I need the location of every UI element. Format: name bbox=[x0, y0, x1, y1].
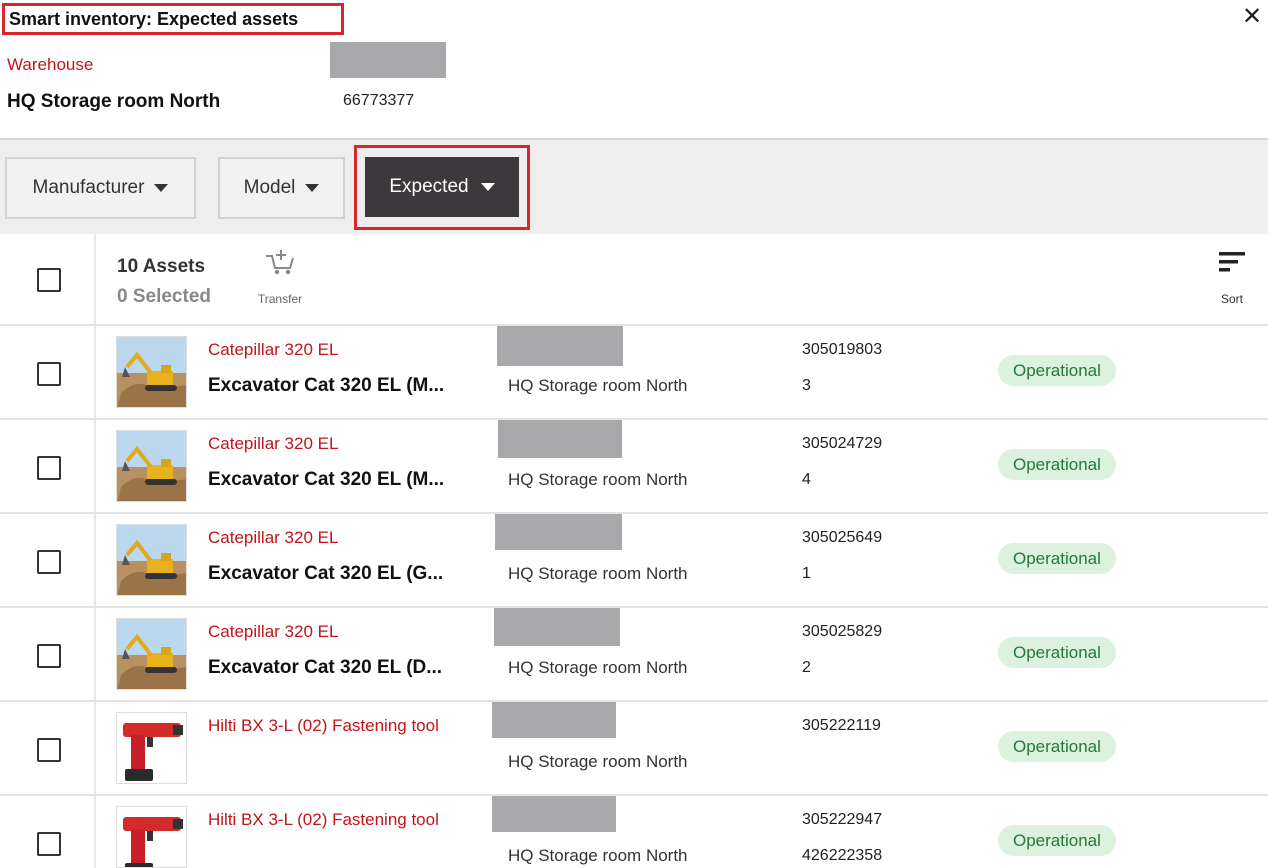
asset-model[interactable]: Catepillar 320 EL bbox=[208, 434, 338, 454]
excavator-image bbox=[116, 336, 187, 408]
status-badge: Operational bbox=[998, 355, 1116, 386]
expected-filter-button[interactable]: Expected bbox=[365, 157, 519, 217]
selected-count: 0 Selected bbox=[117, 286, 211, 307]
row-checkbox[interactable] bbox=[37, 550, 61, 574]
row-checkbox[interactable] bbox=[37, 738, 61, 762]
row-checkbox[interactable] bbox=[37, 362, 61, 386]
caret-down-icon bbox=[305, 184, 320, 192]
asset-quantity: 2 bbox=[802, 659, 811, 676]
asset-location: HQ Storage room North bbox=[508, 846, 688, 865]
redacted-field bbox=[495, 514, 622, 550]
asset-model[interactable]: Hilti BX 3-L (02) Fastening tool bbox=[208, 716, 439, 736]
select-all-checkbox[interactable] bbox=[37, 268, 61, 292]
asset-number: 305025829 bbox=[802, 623, 883, 640]
asset-location: HQ Storage room North bbox=[508, 658, 688, 677]
asset-number: 305222119 bbox=[802, 717, 881, 734]
asset-quantity: 3 bbox=[802, 377, 811, 394]
expected-filter-label: Expected bbox=[389, 176, 469, 197]
caret-down-icon bbox=[154, 184, 169, 192]
table-row[interactable]: Catepillar 320 EL Excavator Cat 320 EL (… bbox=[0, 608, 1268, 702]
warehouse-label[interactable]: Warehouse bbox=[7, 55, 93, 75]
page-title-text: Smart inventory: Expected assets bbox=[9, 9, 299, 29]
redacted-field bbox=[497, 326, 623, 366]
table-row[interactable]: Hilti BX 3-L (02) Fastening tool HQ Stor… bbox=[0, 702, 1268, 796]
row-checkbox[interactable] bbox=[37, 832, 61, 856]
excavator-image bbox=[116, 430, 187, 502]
sort-label: Sort bbox=[1220, 292, 1243, 306]
asset-name: Excavator Cat 320 EL (M... bbox=[208, 375, 445, 396]
redacted-field bbox=[498, 420, 622, 458]
fastening-tool-image bbox=[116, 806, 187, 868]
asset-name: Excavator Cat 320 EL (D... bbox=[208, 657, 443, 678]
asset-name: Excavator Cat 320 EL (M... bbox=[208, 469, 445, 490]
manufacturer-filter-label: Manufacturer bbox=[32, 177, 145, 198]
manufacturer-filter-button[interactable]: Manufacturer bbox=[5, 157, 196, 219]
transfer-cart-icon bbox=[266, 250, 294, 275]
table-row[interactable]: Catepillar 320 EL Excavator Cat 320 EL (… bbox=[0, 326, 1268, 420]
asset-model[interactable]: Catepillar 320 EL bbox=[208, 622, 338, 642]
filter-bar: Manufacturer Model Expected bbox=[0, 138, 1268, 234]
asset-quantity: 4 bbox=[802, 471, 811, 488]
asset-model[interactable]: Catepillar 320 EL bbox=[208, 340, 338, 360]
asset-model[interactable]: Catepillar 320 EL bbox=[208, 528, 338, 548]
redacted-field bbox=[494, 608, 620, 646]
sort-button[interactable]: Sort bbox=[1212, 250, 1252, 310]
status-badge: Operational bbox=[998, 449, 1116, 480]
asset-quantity: 1 bbox=[802, 565, 811, 582]
table-row[interactable]: Catepillar 320 EL Excavator Cat 320 EL (… bbox=[0, 420, 1268, 514]
transfer-button[interactable]: Transfer bbox=[252, 248, 308, 308]
expected-filter-highlight: Expected bbox=[354, 145, 530, 230]
redacted-field bbox=[330, 42, 446, 78]
asset-number: 305019803 bbox=[802, 341, 883, 358]
redacted-field bbox=[492, 796, 616, 832]
asset-location: HQ Storage room North bbox=[508, 564, 688, 583]
asset-location: HQ Storage room North bbox=[508, 470, 688, 489]
status-badge: Operational bbox=[998, 731, 1116, 762]
caret-down-icon bbox=[480, 183, 495, 191]
warehouse-name: HQ Storage room North bbox=[7, 91, 221, 112]
asset-location: HQ Storage room North bbox=[508, 752, 688, 771]
asset-location: HQ Storage room North bbox=[508, 376, 688, 395]
excavator-image bbox=[116, 618, 187, 690]
sort-icon bbox=[1219, 252, 1245, 272]
model-filter-label: Model bbox=[243, 177, 296, 198]
fastening-tool-image bbox=[116, 712, 187, 784]
table-row[interactable]: Hilti BX 3-L (02) Fastening tool HQ Stor… bbox=[0, 796, 1268, 868]
asset-model[interactable]: Hilti BX 3-L (02) Fastening tool bbox=[208, 810, 439, 830]
asset-quantity: 426222358 bbox=[802, 847, 883, 864]
page-title: Smart inventory: Expected assets bbox=[2, 3, 344, 35]
model-filter-button[interactable]: Model bbox=[218, 157, 345, 219]
list-header: 10 Assets 0 Selected Transfer Sort bbox=[0, 234, 1268, 326]
asset-number: 305025649 bbox=[802, 529, 883, 546]
status-badge: Operational bbox=[998, 543, 1116, 574]
excavator-image bbox=[116, 524, 187, 596]
warehouse-id: 66773377 bbox=[343, 92, 415, 109]
status-badge: Operational bbox=[998, 637, 1116, 668]
transfer-label: Transfer bbox=[257, 292, 303, 306]
status-badge: Operational bbox=[998, 825, 1116, 856]
table-row[interactable]: Catepillar 320 EL Excavator Cat 320 EL (… bbox=[0, 514, 1268, 608]
close-icon[interactable]: ✕ bbox=[1240, 5, 1264, 29]
asset-name: Excavator Cat 320 EL (G... bbox=[208, 563, 444, 584]
row-checkbox[interactable] bbox=[37, 644, 61, 668]
asset-number: 305024729 bbox=[802, 435, 883, 452]
row-checkbox[interactable] bbox=[37, 456, 61, 480]
redacted-field bbox=[492, 702, 616, 738]
assets-count: 10 Assets bbox=[117, 256, 206, 277]
asset-number: 305222947 bbox=[802, 811, 883, 828]
